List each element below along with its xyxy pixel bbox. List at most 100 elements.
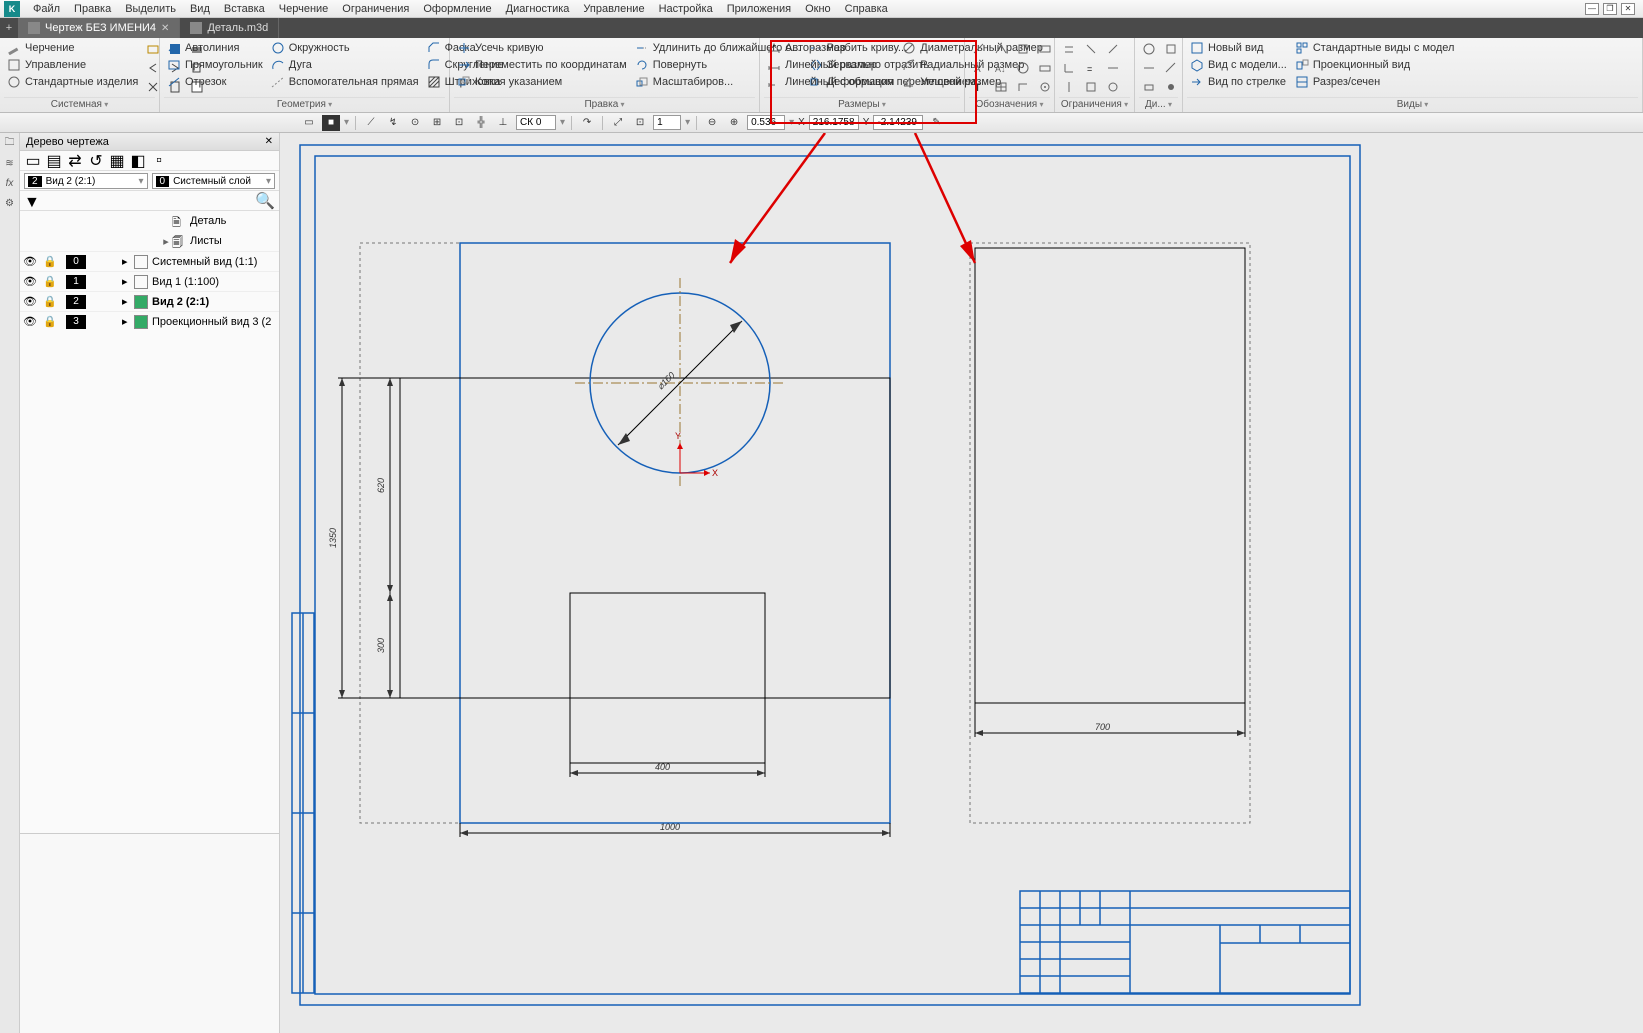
tt-icon-4[interactable]: ↺: [87, 153, 105, 169]
tree-row-3[interactable]: 👁🔒3▸Проекционный вид 3 (2: [20, 311, 279, 331]
auto-dimension-button[interactable]: AАвторазмер: [764, 40, 897, 56]
search-input[interactable]: [42, 194, 251, 208]
canvas[interactable]: ⌀160 X Y 1350 620 300: [280, 133, 1643, 1033]
constr-icon-3[interactable]: [1103, 40, 1123, 58]
filter-icon[interactable]: ▼: [24, 194, 38, 208]
close-panel-icon[interactable]: ✕: [265, 136, 273, 147]
menu-diag[interactable]: Диагностика: [499, 3, 577, 15]
standard-parts-button[interactable]: Стандартные изделия: [4, 74, 141, 90]
tb-icon-6[interactable]: ⊞: [428, 115, 446, 131]
lock-icon[interactable]: 🔒: [40, 295, 60, 308]
menu-manage[interactable]: Управление: [576, 3, 651, 15]
tb-icon-5[interactable]: ⊙: [406, 115, 424, 131]
x-input[interactable]: [809, 115, 859, 130]
tt-icon-7[interactable]: ▫: [150, 153, 168, 169]
tt-icon-6[interactable]: ◧: [129, 153, 147, 169]
arc-button[interactable]: Дуга: [268, 57, 422, 73]
constr-icon-2[interactable]: [1081, 40, 1101, 58]
lock-icon[interactable]: 🔒: [40, 275, 60, 288]
zoom-in-icon[interactable]: ⊕: [725, 115, 743, 131]
aux-line-button[interactable]: Вспомогательная прямая: [268, 74, 422, 90]
menu-settings[interactable]: Настройка: [652, 3, 720, 15]
tb-icon-1[interactable]: ▭: [300, 115, 318, 131]
visibility-icon[interactable]: 👁: [20, 295, 40, 308]
table-icon[interactable]: [991, 78, 1011, 96]
lock-icon[interactable]: 🔒: [40, 255, 60, 268]
tree-root[interactable]: 🗎Деталь: [20, 211, 279, 231]
ck-input[interactable]: [516, 115, 556, 130]
di-icon-1[interactable]: [1139, 40, 1159, 58]
close-icon[interactable]: ✕: [161, 23, 169, 34]
anno-icon-3[interactable]: [1013, 40, 1033, 58]
step-input[interactable]: [653, 115, 681, 130]
copy-point-button[interactable]: Копия указанием: [454, 74, 630, 90]
tab-detail[interactable]: Деталь.m3d: [180, 18, 279, 38]
constr-icon-7[interactable]: [1059, 78, 1079, 96]
tb-icon-8[interactable]: ╬: [472, 115, 490, 131]
anno-icon-2[interactable]: [991, 40, 1011, 58]
move-coords-button[interactable]: Переместить по координатам: [454, 57, 630, 73]
anno-icon-6[interactable]: A↓: [991, 59, 1011, 77]
menu-apps[interactable]: Приложения: [720, 3, 798, 15]
tt-icon-3[interactable]: ⇄: [66, 153, 84, 169]
tree-toggle-icon[interactable]: 🗀: [2, 135, 18, 151]
tb-icon-7[interactable]: ⊡: [450, 115, 468, 131]
pick-icon[interactable]: ✎: [927, 115, 945, 131]
circle-button[interactable]: Окружность: [268, 40, 422, 56]
new-tab-button[interactable]: +: [0, 18, 18, 38]
manage-button[interactable]: Управление: [4, 57, 141, 73]
anno-icon-1[interactable]: [969, 40, 989, 58]
menu-edit[interactable]: Правка: [67, 3, 118, 15]
minimize-button[interactable]: —: [1585, 3, 1599, 15]
zoom-out-icon[interactable]: ⊖: [703, 115, 721, 131]
tb-ortho-icon[interactable]: ⊡: [631, 115, 649, 131]
std-views-button[interactable]: Стандартные виды с модел: [1292, 40, 1458, 56]
y-input[interactable]: [873, 115, 923, 130]
lock-icon[interactable]: 🔒: [40, 315, 60, 328]
tt-icon-1[interactable]: ▭: [24, 153, 42, 169]
rectangle-button[interactable]: Прямоугольник: [164, 57, 266, 73]
maximize-button[interactable]: ❐: [1603, 3, 1617, 15]
anno-icon-5[interactable]: A: [969, 59, 989, 77]
text-icon[interactable]: T: [969, 78, 989, 96]
zoom-input[interactable]: [747, 115, 785, 130]
anno-icon-8[interactable]: [1035, 59, 1055, 77]
tb-icon-2[interactable]: ■: [322, 115, 340, 131]
menu-drawing[interactable]: Черчение: [272, 3, 336, 15]
menu-select[interactable]: Выделить: [118, 3, 183, 15]
tb-step-icon[interactable]: ⤢: [609, 115, 627, 131]
menu-help[interactable]: Справка: [838, 3, 895, 15]
menu-view[interactable]: Вид: [183, 3, 217, 15]
new-view-button[interactable]: Новый вид: [1187, 40, 1290, 56]
tb-icon-3[interactable]: ⟋: [362, 115, 380, 131]
tree-row-1[interactable]: 👁🔒1▸Вид 1 (1:100): [20, 271, 279, 291]
constr-icon-4[interactable]: [1059, 59, 1079, 77]
tt-icon-5[interactable]: ▦: [108, 153, 126, 169]
anno-icon-11[interactable]: [1035, 78, 1055, 96]
visibility-icon[interactable]: 👁: [20, 275, 40, 288]
di-icon-2[interactable]: [1161, 40, 1181, 58]
section-button[interactable]: Разрез/сечен: [1292, 74, 1458, 90]
close-button[interactable]: ✕: [1621, 3, 1635, 15]
tree-row-2[interactable]: 👁🔒2▸Вид 2 (2:1): [20, 291, 279, 311]
tt-icon-2[interactable]: ▤: [45, 153, 63, 169]
tb-icon-4[interactable]: ↯: [384, 115, 402, 131]
menu-insert[interactable]: Вставка: [217, 3, 272, 15]
constr-icon-1[interactable]: [1059, 40, 1079, 58]
trim-curve-button[interactable]: Усечь кривую: [454, 40, 630, 56]
constr-icon-5[interactable]: =: [1081, 59, 1101, 77]
autoline-button[interactable]: Автолиния: [164, 40, 266, 56]
tab-drawing[interactable]: Чертеж БЕЗ ИМЕНИ4✕: [18, 18, 180, 38]
di-icon-4[interactable]: [1161, 59, 1181, 77]
tree-sheets[interactable]: ▸🗐Листы: [20, 231, 279, 251]
di-icon-6[interactable]: [1161, 78, 1181, 96]
tree-row-0[interactable]: 👁🔒0▸Системный вид (1:1): [20, 251, 279, 271]
view-combo[interactable]: 2Вид 2 (2:1)▾: [24, 173, 148, 189]
di-icon-3[interactable]: [1139, 59, 1159, 77]
di-icon-5[interactable]: [1139, 78, 1159, 96]
anno-icon-10[interactable]: [1013, 78, 1033, 96]
tb-icon-9[interactable]: ⊥: [494, 115, 512, 131]
menu-window[interactable]: Окно: [798, 3, 838, 15]
menu-format[interactable]: Оформление: [416, 3, 498, 15]
anno-icon-4[interactable]: [1035, 40, 1055, 58]
